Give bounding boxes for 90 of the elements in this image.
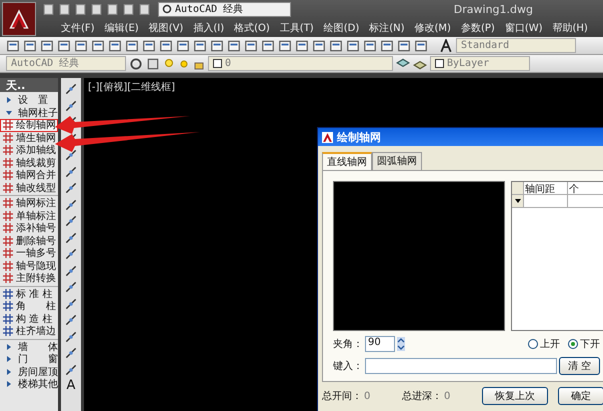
menu-item[interactable]: 窗口(W)	[500, 20, 548, 34]
sun-icon	[178, 58, 190, 70]
text-style-dropdown[interactable]: Standard	[456, 38, 576, 53]
palette-item[interactable]: 轴号隐现	[0, 260, 58, 272]
palette-section[interactable]: 楼梯其他	[0, 378, 58, 390]
total-width-label: 总开间：	[322, 390, 362, 403]
total-depth-value: 0	[444, 390, 450, 402]
grid-icon	[3, 145, 13, 156]
grid-icon	[3, 273, 13, 284]
palette-item[interactable]: 柱齐墙边	[0, 325, 58, 338]
palette-item[interactable]: 角 柱	[0, 300, 58, 312]
workspace-dropdown[interactable]: AutoCAD 经典	[6, 56, 126, 71]
grid-icon	[3, 301, 13, 312]
palette-item[interactable]: 绘制轴网	[0, 119, 58, 132]
column-header: 个	[568, 182, 603, 194]
menu-item[interactable]: 插入(I)	[188, 20, 230, 34]
grid-icon	[3, 223, 13, 234]
radio-button[interactable]: 下开	[568, 337, 600, 351]
drawing-area[interactable]: [-][俯视][二维线框] 绘制轴网 直线轴网 圆弧轴网 轴间距 个 夹角： 90 上开 下开 键入： 清 空 总开间： 0 总进深： 0 恢复上次 确定	[84, 78, 603, 411]
palette-item[interactable]: 删除轴号	[0, 234, 58, 247]
menu-item[interactable]: 视图(V)	[144, 20, 188, 34]
menu-item[interactable]: 标注(N)	[364, 20, 410, 34]
tab[interactable]: 圆弧轴网	[372, 152, 422, 170]
grid-icon	[3, 260, 13, 271]
total-depth-label: 总进深：	[402, 390, 442, 403]
grid-icon	[3, 170, 13, 180]
palette-title: 天..	[0, 78, 58, 92]
logo	[7, 7, 31, 31]
menu-item[interactable]: 格式(O)	[229, 20, 275, 34]
palette-item[interactable]: 一轴多号	[0, 247, 58, 260]
column-header: 轴间距	[524, 182, 568, 194]
dialog-button[interactable]: 恢复上次	[482, 387, 548, 405]
palette-section[interactable]: 墙 体	[0, 340, 58, 353]
grid-icon	[3, 182, 13, 193]
menu-item[interactable]: 修改(M)	[410, 20, 456, 34]
input-label: 键入：	[333, 360, 363, 373]
lightbulb-icon	[163, 58, 175, 70]
layer-dropdown[interactable]: 0	[208, 56, 393, 71]
file-name: Drawing1.dwg	[454, 2, 533, 16]
menu-item[interactable]: 帮助(H)	[548, 20, 593, 34]
palette-item[interactable]: 轴线裁剪	[0, 156, 58, 169]
dialog-title: 绘制轴网	[337, 130, 381, 144]
palette-item[interactable]: 添补轴号	[0, 222, 58, 234]
angle-label: 夹角：	[333, 338, 363, 351]
spacing-table[interactable]: 轴间距 个	[511, 181, 603, 331]
row-pointer-icon	[514, 199, 520, 203]
grid-icon	[3, 120, 13, 130]
radio-button[interactable]: 上开	[528, 337, 560, 351]
angle-field[interactable]: 90	[365, 336, 395, 352]
spinner-icon[interactable]	[397, 337, 405, 351]
palette-item[interactable]: 主附转换	[0, 272, 58, 284]
palette-item[interactable]: 标 准 柱	[0, 288, 58, 300]
menu-item[interactable]: 参数(P)	[456, 20, 500, 34]
grid-icon	[3, 158, 13, 168]
clear-button[interactable]: 清 空	[559, 357, 600, 375]
grid-icon	[3, 236, 13, 246]
menu-item[interactable]: 文件(F)	[56, 20, 100, 34]
menu-item[interactable]: 编辑(E)	[100, 20, 144, 34]
tab[interactable]: 直线轴网	[322, 152, 372, 170]
viewport-label[interactable]: [-][俯视][二维线框]	[88, 80, 176, 94]
palette-section[interactable]: 门 窗	[0, 353, 58, 366]
text-tool[interactable]: A	[66, 379, 76, 393]
grid-icon	[3, 210, 13, 221]
input-field[interactable]	[365, 358, 557, 374]
palette-item[interactable]: 轴网标注	[0, 197, 58, 210]
grid-icon	[3, 132, 13, 143]
app-menu-button[interactable]	[2, 2, 36, 36]
app-logo-icon	[322, 132, 333, 142]
workspace-dropdown[interactable]: AutoCAD 经典	[158, 2, 291, 16]
palette-item[interactable]: 轴改线型	[0, 182, 58, 194]
text-style-icon[interactable]	[439, 38, 453, 52]
header-corner	[512, 182, 524, 194]
workspace-name: AutoCAD 经典	[175, 2, 244, 16]
grid-icon	[3, 288, 13, 299]
menu-item[interactable]: 绘图(D)	[318, 20, 364, 34]
dialog-button[interactable]: 确定	[558, 387, 603, 405]
color-dropdown[interactable]: ByLayer	[430, 56, 530, 71]
palette-item[interactable]: 轴网合并	[0, 169, 58, 182]
palette-section[interactable]: 设 置	[0, 94, 58, 106]
grid-icon	[3, 248, 13, 258]
grid-icon	[3, 326, 13, 336]
palette-item[interactable]: 构 造 柱	[0, 312, 58, 325]
palette-item[interactable]: 添加轴线	[0, 144, 58, 156]
grid-icon	[3, 198, 13, 208]
palette-section[interactable]: 房间屋顶	[0, 366, 58, 378]
grid-icon	[3, 314, 13, 324]
palette-item[interactable]: 单轴标注	[0, 210, 58, 222]
palette-item[interactable]: 墙生轴网	[0, 132, 58, 144]
menu-item[interactable]: 工具(T)	[274, 20, 319, 34]
total-width-value: 0	[364, 390, 370, 402]
